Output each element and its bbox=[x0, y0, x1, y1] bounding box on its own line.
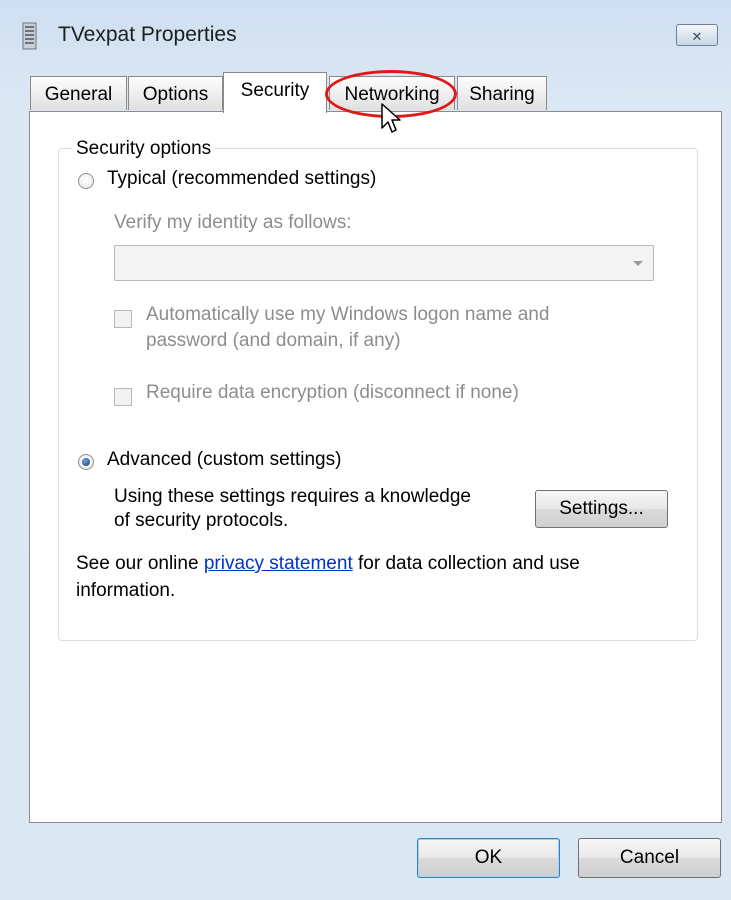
advanced-desc-line1: Using these settings requires a knowledg… bbox=[114, 486, 471, 507]
window-title: TVexpat Properties bbox=[58, 23, 237, 46]
app-icon bbox=[22, 22, 37, 50]
privacy-statement-link[interactable]: privacy statement bbox=[204, 553, 353, 574]
verify-identity-select[interactable] bbox=[114, 245, 654, 281]
verify-identity-label: Verify my identity as follows: bbox=[114, 212, 352, 233]
security-options-legend: Security options bbox=[72, 138, 216, 160]
auto-logon-label-line1: Automatically use my Windows logon name … bbox=[146, 304, 550, 325]
require-encryption-checkbox[interactable] bbox=[114, 388, 132, 406]
privacy-suffix: for data collection and use bbox=[352, 553, 580, 574]
advanced-radio[interactable] bbox=[78, 454, 94, 470]
cancel-button[interactable]: Cancel bbox=[578, 838, 721, 878]
security-tab-panel: Security options Typical (recommended se… bbox=[29, 111, 722, 823]
title-bar[interactable]: TVexpat Properties ✕ bbox=[0, 0, 731, 64]
auto-logon-label-line2: password (and domain, if any) bbox=[146, 330, 401, 351]
chevron-down-icon bbox=[633, 261, 643, 266]
tab-security[interactable]: Security bbox=[223, 72, 327, 113]
tab-sharing[interactable]: Sharing bbox=[457, 76, 547, 110]
privacy-text-line2: information. bbox=[76, 580, 176, 601]
tab-options[interactable]: Options bbox=[128, 76, 223, 110]
advanced-desc-line2: of security protocols. bbox=[114, 510, 289, 531]
properties-dialog: TVexpat Properties ✕ General Options Sec… bbox=[0, 0, 731, 900]
privacy-text: See our online privacy statement for dat… bbox=[76, 553, 580, 575]
mouse-cursor-icon bbox=[381, 103, 401, 133]
settings-button[interactable]: Settings... bbox=[535, 490, 668, 528]
typical-label[interactable]: Typical (recommended settings) bbox=[107, 168, 376, 190]
advanced-label[interactable]: Advanced (custom settings) bbox=[107, 449, 341, 471]
close-button[interactable]: ✕ bbox=[676, 24, 718, 46]
tab-general[interactable]: General bbox=[30, 76, 127, 110]
ok-button[interactable]: OK bbox=[417, 838, 560, 878]
auto-logon-checkbox[interactable] bbox=[114, 310, 132, 328]
close-icon: ✕ bbox=[691, 29, 703, 44]
privacy-prefix: See our online bbox=[76, 553, 204, 574]
typical-radio[interactable] bbox=[78, 173, 94, 189]
require-encryption-label: Require data encryption (disconnect if n… bbox=[146, 382, 519, 403]
